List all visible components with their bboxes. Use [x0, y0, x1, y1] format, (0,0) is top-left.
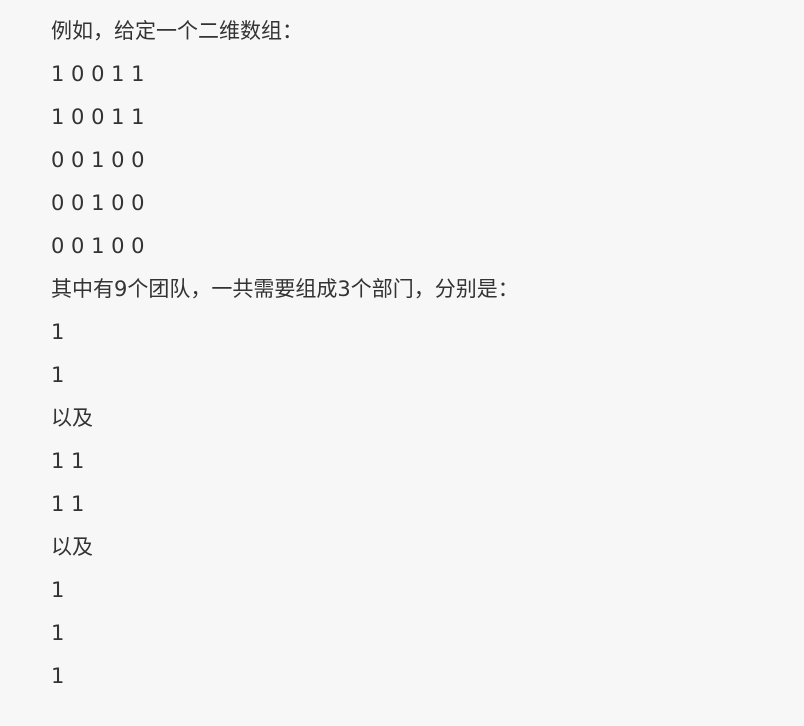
matrix-row-3: 0 0 1 0 0 [51, 148, 145, 172]
separator-line-1: 以及 [51, 406, 93, 430]
group-3-row-2: 1 [51, 621, 65, 645]
group-3-row-3: 1 [51, 664, 65, 688]
matrix-row-5: 0 0 1 0 0 [51, 234, 145, 258]
group-1-row-2: 1 [51, 363, 65, 387]
group-2-row-2: 1 1 [51, 492, 85, 516]
matrix-row-1: 1 0 0 1 1 [51, 62, 145, 86]
summary-line: 其中有9个团队，一共需要组成3个部门，分别是： [51, 277, 519, 301]
intro-line: 例如，给定一个二维数组： [51, 19, 303, 43]
group-3-row-1: 1 [51, 578, 65, 602]
separator-line-2: 以及 [51, 535, 93, 559]
group-2-row-1: 1 1 [51, 449, 85, 473]
group-1-row-1: 1 [51, 320, 65, 344]
document-body: 例如，给定一个二维数组： 1 0 0 1 1 1 0 0 1 1 0 0 1 0… [0, 0, 804, 698]
matrix-row-2: 1 0 0 1 1 [51, 105, 145, 129]
matrix-row-4: 0 0 1 0 0 [51, 191, 145, 215]
